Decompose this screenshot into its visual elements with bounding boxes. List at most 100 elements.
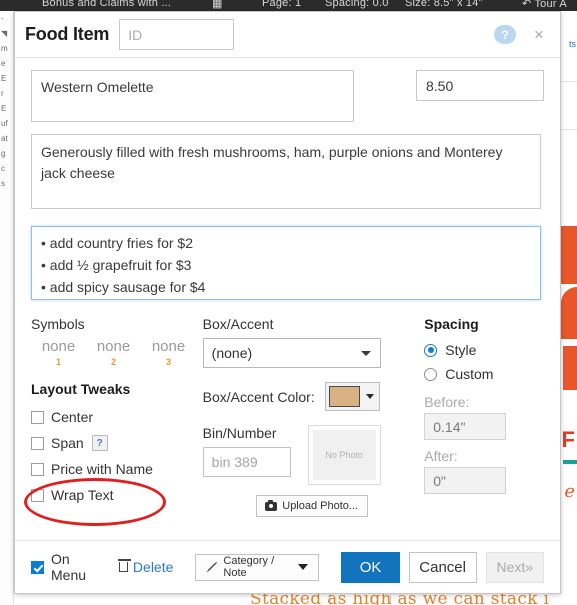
checkbox-label: Span <box>51 435 84 451</box>
item-name-input[interactable]: Western Omelette <box>31 70 354 122</box>
checkbox-icon[interactable] <box>31 560 44 574</box>
span-help-icon[interactable]: ? <box>91 435 108 451</box>
checkbox-icon[interactable] <box>31 488 44 502</box>
checkbox-icon[interactable] <box>31 436 44 450</box>
upload-photo-button[interactable]: Upload Photo... <box>255 495 368 517</box>
symbol-slot-label: none <box>151 338 186 355</box>
symbol-slot-number: 2 <box>110 357 116 367</box>
dialog-header: Food Item ? × <box>15 12 560 58</box>
item-price-input[interactable] <box>416 70 544 101</box>
brand-logo-letter: F <box>561 427 575 452</box>
brand-script-letter: e <box>564 481 575 502</box>
checkbox-on-menu[interactable]: On Menu <box>31 551 103 583</box>
dialog-header-actions: ? × <box>494 25 548 44</box>
cancel-button[interactable]: Cancel <box>408 551 477 583</box>
delete-button[interactable]: Delete <box>117 559 174 575</box>
pencil-icon <box>206 561 218 573</box>
checkbox-label: Center <box>51 409 94 425</box>
radio-spacing-custom[interactable]: Custom <box>424 362 544 386</box>
checkbox-icon[interactable] <box>31 462 44 476</box>
bin-number-group: Bin/Number <box>202 425 308 485</box>
name-price-row: Western Omelette <box>31 70 544 122</box>
item-description-input[interactable]: Generously filled with fresh mushrooms, … <box>31 134 541 209</box>
radio-icon[interactable] <box>424 367 438 381</box>
radio-icon[interactable] <box>424 343 438 357</box>
dialog-footer: On Menu Delete Category / Note OK Cancel… <box>15 540 560 593</box>
color-swatch <box>328 386 360 407</box>
food-item-dialog: Food Item ? × Western Omelette Generousl… <box>14 11 561 594</box>
radio-label: Style <box>445 342 477 358</box>
box-accent-color-row: Box/Accent Color: <box>203 382 425 411</box>
toolbar-grid-icon: ▦ <box>212 0 223 10</box>
rail-line: r <box>1 89 4 98</box>
background-right-rail: ts F e <box>559 11 577 605</box>
background-toolbar: Bonus and Claims with ... ▦ Page: 1 Spac… <box>0 0 577 11</box>
spacing-before-input[interactable] <box>424 413 507 440</box>
rail-line: m <box>1 44 8 53</box>
brand-logo-shape <box>561 287 577 339</box>
photo-thumbnail[interactable]: No Photo <box>307 425 381 485</box>
checkbox-center[interactable]: Center <box>31 404 203 430</box>
brand-logo-shape <box>561 226 577 284</box>
symbols-row: none 1 none 2 none 3 <box>31 338 203 367</box>
rail-line: E <box>1 74 7 83</box>
symbol-slot-2[interactable]: none 2 <box>86 338 141 367</box>
box-accent-heading: Box/Accent <box>202 316 274 332</box>
radio-spacing-style[interactable]: Style <box>424 338 544 362</box>
rail-line: s <box>1 179 5 188</box>
toolbar-tour-label: ↶ Tour A <box>522 0 567 10</box>
category-note-button[interactable]: Category / Note <box>195 553 320 581</box>
spacing-after-input[interactable] <box>424 467 507 494</box>
rail-line: c <box>1 164 5 173</box>
delete-label: Delete <box>132 559 174 575</box>
symbol-slot-number: 3 <box>165 357 171 367</box>
rail-divider <box>559 81 577 82</box>
bin-number-input[interactable] <box>202 447 291 477</box>
item-extras-input[interactable]: • add country fries for $2 • add ½ grape… <box>31 226 541 300</box>
box-accent-selected-value: (none) <box>211 345 253 361</box>
box-accent-select[interactable]: (none) <box>202 338 381 368</box>
chevron-down-icon <box>365 394 374 399</box>
close-icon[interactable]: × <box>530 26 548 44</box>
upload-photo-label: Upload Photo... <box>282 500 359 512</box>
bin-number-label: Bin/Number <box>202 425 277 441</box>
screenshot-root: Bonus and Claims with ... ▦ Page: 1 Spac… <box>0 0 577 605</box>
help-icon[interactable]: ? <box>494 25 516 44</box>
rail-line: g <box>1 149 6 158</box>
layout-tweaks-heading: Layout Tweaks <box>31 381 131 397</box>
toolbar-page-label: Page: 1 <box>262 0 302 9</box>
category-note-label: Category / Note <box>223 555 275 579</box>
next-button[interactable]: Next» <box>485 551 544 583</box>
photo-placeholder-text: No Photo <box>312 430 376 480</box>
checkbox-icon[interactable] <box>31 410 44 424</box>
box-accent-color-picker[interactable] <box>324 382 380 411</box>
checkbox-label: Wrap Text <box>51 487 114 503</box>
spacing-column: Spacing Style Custom Before: After: <box>424 316 544 517</box>
rail-link-text: ts <box>568 39 576 49</box>
rail-line: uf <box>1 119 8 128</box>
checkbox-wrap-text[interactable]: Wrap Text <box>31 482 203 508</box>
radio-label: Custom <box>445 366 494 382</box>
symbol-slot-label: none <box>41 338 76 355</box>
brand-accent-bar <box>563 460 577 464</box>
rail-line: at <box>1 134 8 143</box>
spacing-heading: Spacing <box>424 316 479 332</box>
symbols-and-tweaks-column: Symbols none 1 none 2 none 3 Layout Twea… <box>31 316 203 517</box>
chevron-down-icon <box>298 564 309 570</box>
background-left-rail: - ◥ m e E r E uf at g c s <box>0 11 14 605</box>
box-accent-column: Box/Accent (none) Box/Accent Color: Bin/… <box>202 316 425 517</box>
rail-divider <box>559 129 577 130</box>
ok-button[interactable]: OK <box>341 551 400 583</box>
bin-photo-row: Bin/Number No Photo <box>202 425 425 485</box>
rail-line: E <box>1 104 7 113</box>
box-accent-color-label: Box/Accent Color: <box>202 388 315 405</box>
symbol-slot-1[interactable]: none 1 <box>31 338 86 367</box>
chevron-down-icon <box>360 350 371 356</box>
checkbox-span[interactable]: Span ? <box>31 430 203 456</box>
symbol-slot-3[interactable]: none 3 <box>141 338 196 367</box>
id-input[interactable] <box>119 19 235 50</box>
spacing-before-label: Before: <box>424 394 470 410</box>
toolbar-doc-title: Bonus and Claims with ... <box>42 0 172 9</box>
checkbox-price-with-name[interactable]: Price with Name <box>31 456 203 482</box>
trash-icon <box>117 559 131 572</box>
